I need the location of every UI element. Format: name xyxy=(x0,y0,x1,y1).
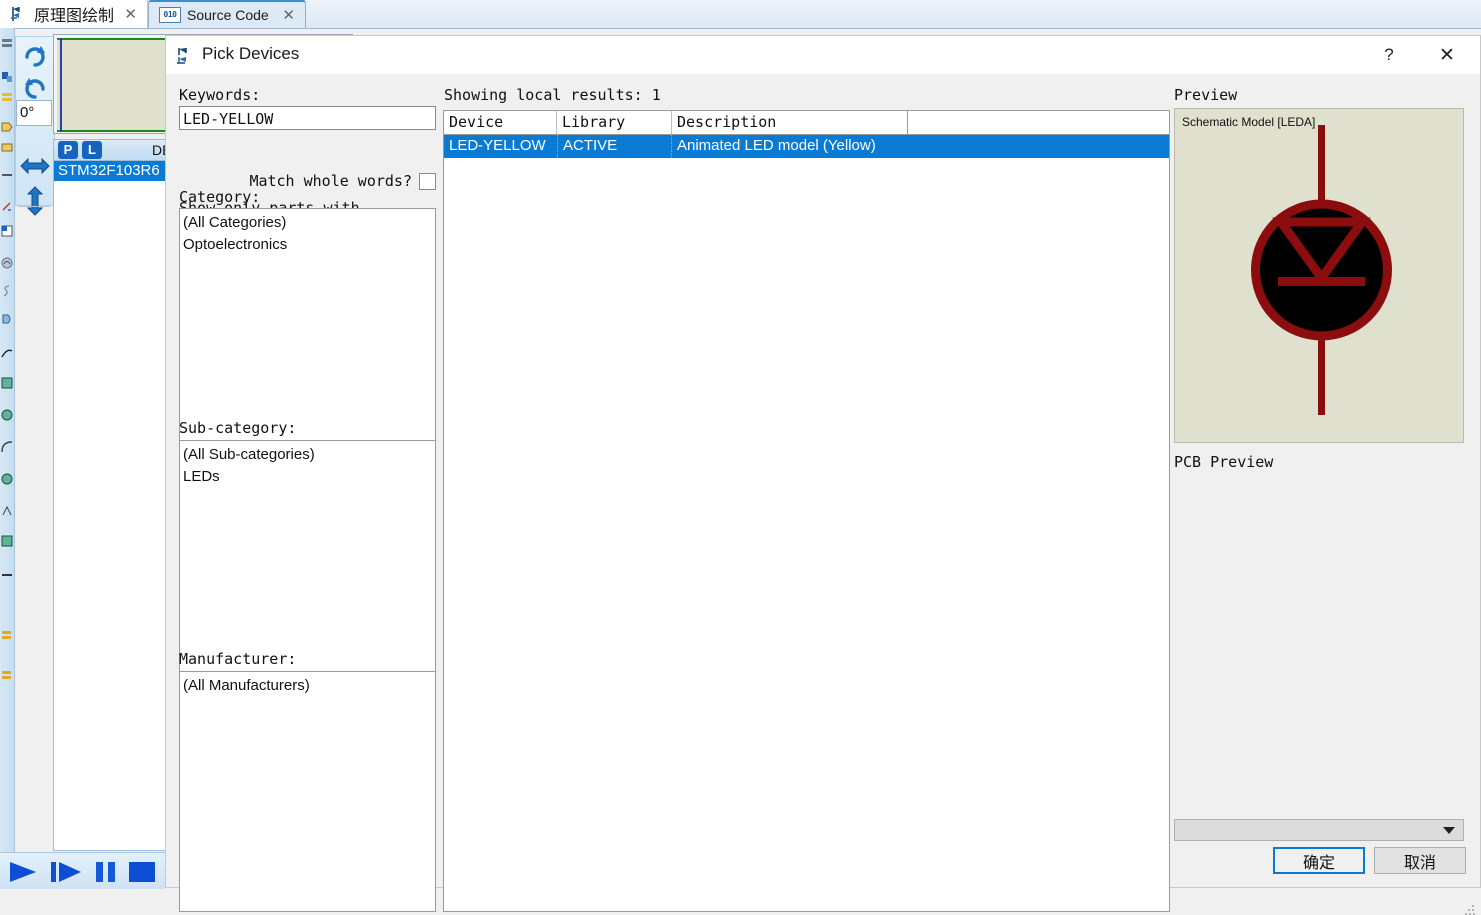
tape-tool-icon[interactable] xyxy=(1,346,13,358)
subcircuit-tool-icon[interactable] xyxy=(1,200,13,212)
match-whole-words-checkbox[interactable] xyxy=(419,172,436,190)
keywords-label: Keywords: xyxy=(179,86,261,104)
box-shape-icon[interactable] xyxy=(1,376,13,389)
tab-bar: 原理图绘制 ✕ 010 Source Code ✕ xyxy=(0,0,1481,29)
bus-tool-icon[interactable] xyxy=(1,168,13,180)
list-item[interactable]: LEDs xyxy=(183,466,435,488)
column-header-library[interactable]: Library xyxy=(557,111,672,134)
keywords-input[interactable]: LED-YELLOW xyxy=(179,106,436,130)
schematic-preview: Schematic Model [LEDA] xyxy=(1174,108,1464,443)
list-item[interactable]: (All Categories) xyxy=(183,212,435,234)
tab-close-icon[interactable]: ✕ xyxy=(124,7,137,22)
symbol-shape-icon[interactable] xyxy=(1,534,13,547)
path-shape-icon[interactable] xyxy=(1,472,13,485)
cancel-button[interactable]: 取消 xyxy=(1374,847,1466,874)
selection-tool-icon[interactable] xyxy=(1,36,13,48)
rotate-clockwise-icon[interactable] xyxy=(22,43,48,74)
resize-grip[interactable] xyxy=(1465,905,1475,915)
column-header-device[interactable]: Device xyxy=(444,111,557,134)
marker-tool-icon[interactable] xyxy=(1,568,13,580)
list-item[interactable]: (All Manufacturers) xyxy=(183,675,435,697)
step-button[interactable] xyxy=(50,861,82,883)
dialog-title: Pick Devices xyxy=(202,44,300,63)
schematic-icon xyxy=(10,6,28,22)
library-manager-button[interactable]: L xyxy=(82,141,102,159)
ok-button[interactable]: 确定 xyxy=(1273,847,1365,874)
cell-description: Animated LED model (Yellow) xyxy=(677,137,876,154)
pin-tool-icon[interactable] xyxy=(1,628,13,640)
component-tool-icon[interactable] xyxy=(1,70,13,82)
tab-label: 原理图绘制 xyxy=(34,8,115,25)
table-row[interactable]: LED-YELLOW ACTIVE Animated LED model (Ye… xyxy=(444,135,1169,158)
cell-library: ACTIVE xyxy=(557,135,672,158)
simulation-transport-bar xyxy=(0,852,166,889)
probe-tool-icon[interactable] xyxy=(1,284,13,297)
list-item[interactable]: Optoelectronics xyxy=(183,234,435,256)
mirror-vertical-icon[interactable] xyxy=(24,185,46,222)
match-whole-words-label: Match whole words? xyxy=(249,172,412,190)
arc-shape-icon[interactable] xyxy=(1,440,13,453)
chevron-down-icon[interactable] xyxy=(1443,827,1455,834)
terminal-tool-icon[interactable] xyxy=(1,224,13,237)
pick-devices-dialog: Pick Devices ? ✕ Keywords: LED-YELLOW Ma… xyxy=(165,35,1481,915)
results-info: Showing local results: 1 xyxy=(444,86,661,104)
rotation-angle-value: 0° xyxy=(20,104,35,121)
category-list[interactable]: (All Categories) Optoelectronics xyxy=(179,208,436,448)
label-tool-icon[interactable] xyxy=(1,120,13,132)
keywords-value: LED-YELLOW xyxy=(183,110,274,128)
preview-label: Preview xyxy=(1174,86,1238,104)
pick-device-button[interactable]: P xyxy=(58,141,78,159)
tool-rail[interactable] xyxy=(0,28,15,888)
graph-tool-icon[interactable] xyxy=(1,312,13,324)
misc-tool-icon[interactable] xyxy=(1,668,13,680)
subcategory-list[interactable]: (All Sub-categories) LEDs xyxy=(179,440,436,680)
tab-schematic[interactable]: 原理图绘制 ✕ xyxy=(0,0,148,28)
subcategory-label: Sub-category: xyxy=(179,419,297,437)
close-icon[interactable]: ✕ xyxy=(1424,36,1470,74)
generator-tool-icon[interactable] xyxy=(1,256,13,269)
mirror-horizontal-icon[interactable] xyxy=(19,155,51,182)
toolbar-divider xyxy=(18,206,50,207)
stop-button[interactable] xyxy=(128,861,156,883)
results-header-row: Device Library Description xyxy=(444,111,1169,135)
manufacturer-list[interactable]: (All Manufacturers) xyxy=(179,671,436,912)
dialog-title-bar: Pick Devices ? ✕ xyxy=(166,36,1480,74)
source-code-icon: 010 xyxy=(159,7,181,23)
pcb-preview-label: PCB Preview xyxy=(1174,453,1274,471)
rotation-angle-field[interactable]: 0° xyxy=(16,100,52,126)
circle-shape-icon[interactable] xyxy=(1,408,13,421)
results-table[interactable]: Device Library Description LED-YELLOW AC… xyxy=(443,110,1170,912)
package-select[interactable] xyxy=(1174,819,1464,841)
list-item[interactable]: (All Sub-categories) xyxy=(183,444,435,466)
help-icon[interactable]: ? xyxy=(1366,36,1412,74)
category-label: Category: xyxy=(179,188,261,206)
pick-devices-icon xyxy=(176,47,194,65)
tab-label: Source Code xyxy=(187,7,269,23)
junction-tool-icon[interactable] xyxy=(1,90,13,102)
tab-source-code[interactable]: 010 Source Code ✕ xyxy=(148,0,306,28)
pause-button[interactable] xyxy=(94,861,118,883)
text-tool-icon[interactable] xyxy=(1,140,13,152)
cell-device: LED-YELLOW xyxy=(449,137,546,154)
tab-close-icon[interactable]: ✕ xyxy=(282,8,295,23)
play-button[interactable] xyxy=(8,861,38,883)
text-shape-icon[interactable] xyxy=(1,504,13,516)
manufacturer-label: Manufacturer: xyxy=(179,650,297,668)
column-header-description[interactable]: Description xyxy=(672,111,908,134)
